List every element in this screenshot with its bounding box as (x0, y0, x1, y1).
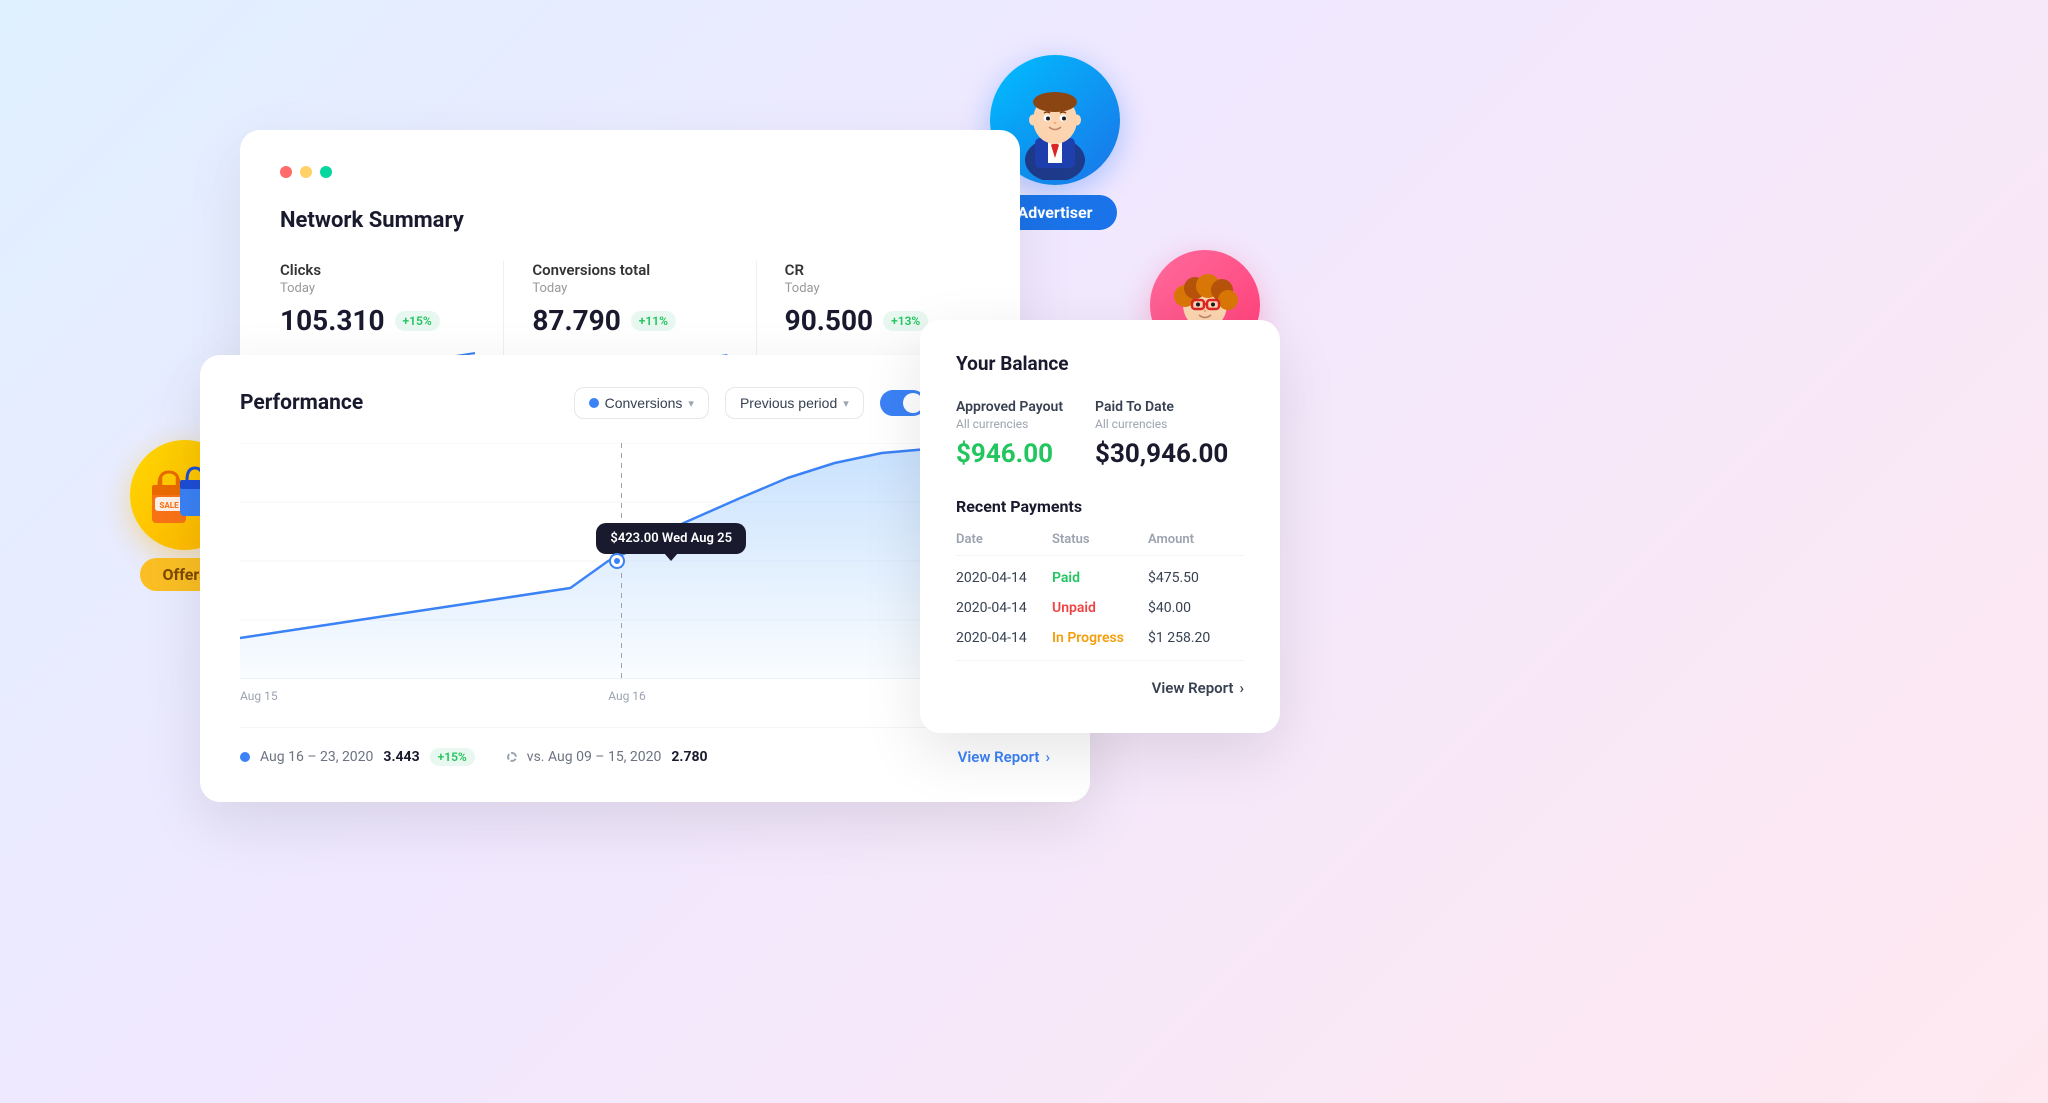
metric-conversions-label: Conversions total (532, 261, 727, 279)
metric-conversions-value: 87.790 (532, 304, 620, 337)
period-stats: Aug 16 – 23, 2020 3.443 +15% vs. Aug 09 … (240, 748, 708, 766)
balance-view-report-btn[interactable]: View Report › (956, 660, 1244, 697)
col-date: Date (956, 532, 1052, 547)
balance-view-report-label: View Report (1152, 679, 1234, 697)
payment-amount-1: $475.50 (1148, 570, 1244, 586)
metric-cr-label: CR (785, 261, 980, 279)
balance-title: Your Balance (956, 352, 1244, 375)
period-dot-1 (240, 752, 250, 762)
col-amount: Amount (1148, 532, 1244, 547)
payment-row-1: 2020-04-14 Paid $475.50 (956, 570, 1244, 586)
perf-title: Performance (240, 391, 363, 415)
metric-cr-value: 90.500 (785, 304, 873, 337)
metric-conversions-period: Today (532, 281, 727, 296)
metric-clicks-period: Today (280, 281, 475, 296)
approved-payout-item: Approved Payout All currencies $946.00 (956, 399, 1063, 469)
payment-amount-2: $40.00 (1148, 600, 1244, 616)
chevron-right-icon: › (1045, 748, 1050, 766)
metric-clicks-label: Clicks (280, 261, 475, 279)
dot-close (280, 166, 292, 178)
payments-header: Date Status Amount (956, 532, 1244, 556)
metric-conversions-value-row: 87.790 +11% (532, 304, 727, 337)
payment-status-2: Unpaid (1052, 600, 1148, 616)
chart-x-labels: Aug 15 Aug 16 Aug 17 (240, 689, 1014, 703)
chevron-right-icon-balance: › (1239, 679, 1244, 697)
period1-badge: +15% (430, 748, 475, 766)
metric-clicks-value-row: 105.310 +15% (280, 304, 475, 337)
paid-to-date-item: Paid To Date All currencies $30,946.00 (1095, 399, 1228, 469)
svg-text:SALE: SALE (159, 501, 179, 510)
chart-svg-wrapper (240, 443, 1014, 679)
conversions-dot (589, 398, 599, 408)
payment-status-1: Paid (1052, 570, 1148, 586)
paid-to-date-label: Paid To Date (1095, 399, 1228, 415)
payment-date-2: 2020-04-14 (956, 600, 1052, 616)
performance-chart-svg (240, 443, 1014, 679)
period2-value: 2.780 (671, 749, 707, 765)
metric-cr-period: Today (785, 281, 980, 296)
payment-date-3: 2020-04-14 (956, 630, 1052, 646)
filter-conversions-label: Conversions (605, 395, 683, 411)
chart-tooltip: $423.00 Wed Aug 25 (596, 523, 746, 554)
balance-row: Approved Payout All currencies $946.00 P… (956, 399, 1244, 469)
payment-row-2: 2020-04-14 Unpaid $40.00 (956, 600, 1244, 616)
paid-to-date-sub: All currencies (1095, 417, 1228, 431)
payment-date-1: 2020-04-14 (956, 570, 1052, 586)
filter-previous-btn[interactable]: Previous period ▾ (725, 387, 864, 419)
period-dot-2 (507, 752, 517, 762)
metric-cr-badge: +13% (883, 311, 928, 331)
filter-previous-label: Previous period (740, 395, 837, 411)
approved-payout-value: $946.00 (956, 439, 1063, 469)
chevron-down-icon: ▾ (688, 397, 694, 410)
metric-clicks-badge: +15% (395, 311, 440, 331)
period2-label: vs. Aug 09 – 15, 2020 (527, 749, 662, 765)
x-label-aug15: Aug 15 (240, 689, 278, 703)
filter-conversions-btn[interactable]: Conversions ▾ (574, 387, 709, 419)
metric-clicks-value: 105.310 (280, 304, 385, 337)
window-dots (280, 166, 980, 178)
chart-active-dot (611, 555, 623, 567)
col-status: Status (1052, 532, 1148, 547)
recent-payments-title: Recent Payments (956, 497, 1244, 516)
period-stat-2: vs. Aug 09 – 15, 2020 2.780 (507, 749, 708, 765)
chevron-down-icon-2: ▾ (843, 397, 849, 410)
perf-footer: Aug 16 – 23, 2020 3.443 +15% vs. Aug 09 … (240, 727, 1050, 766)
period1-value: 3.443 (383, 749, 419, 765)
payment-amount-3: $1 258.20 (1148, 630, 1244, 646)
tooltip-value: $423.00 (610, 531, 662, 546)
period-stat-1: Aug 16 – 23, 2020 3.443 +15% (240, 748, 475, 766)
payments-table: Date Status Amount 2020-04-14 Paid $475.… (956, 532, 1244, 646)
scene: Advertiser (0, 0, 2048, 1103)
payment-status-3: In Progress (1052, 630, 1148, 646)
view-report-label: View Report (958, 748, 1040, 766)
x-label-aug16: Aug 16 (608, 689, 646, 703)
dot-minimize (300, 166, 312, 178)
view-report-btn[interactable]: View Report › (958, 748, 1050, 766)
tooltip-date: Wed Aug 25 (662, 531, 732, 546)
approved-payout-label: Approved Payout (956, 399, 1063, 415)
dot-maximize (320, 166, 332, 178)
balance-card: Your Balance Approved Payout All currenc… (920, 320, 1280, 733)
cumulative-toggle[interactable] (880, 390, 926, 416)
approved-payout-sub: All currencies (956, 417, 1063, 431)
period1-label: Aug 16 – 23, 2020 (260, 749, 373, 765)
network-summary-title: Network Summary (280, 208, 980, 233)
metric-conversions-badge: +11% (631, 311, 676, 331)
paid-to-date-value: $30,946.00 (1095, 439, 1228, 469)
payment-row-3: 2020-04-14 In Progress $1 258.20 (956, 630, 1244, 646)
